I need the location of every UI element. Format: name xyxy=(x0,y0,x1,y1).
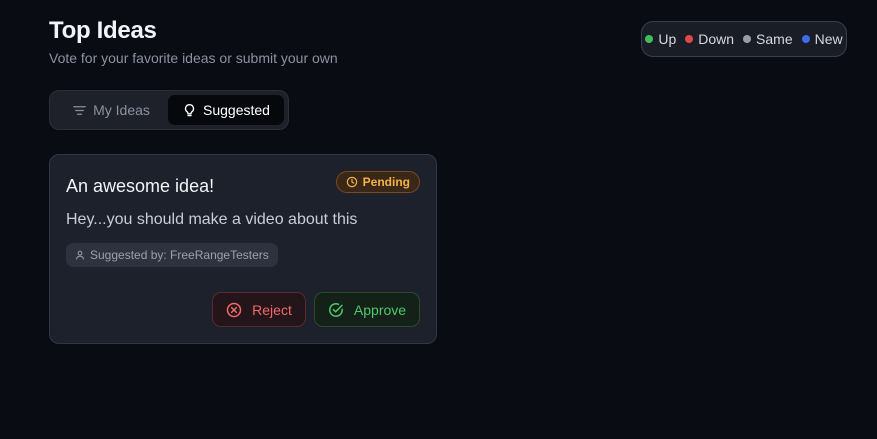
approve-label: Approve xyxy=(353,301,407,318)
clock-icon xyxy=(346,176,358,188)
page: Top Ideas Vote for your favorite ideas o… xyxy=(0,0,877,439)
legend-label: New xyxy=(814,31,843,47)
trend-legend: Up Down Same New xyxy=(641,21,847,57)
legend-item-down: Down xyxy=(685,31,734,47)
legend-item-new: New xyxy=(801,31,843,47)
legend-item-up: Up xyxy=(645,31,676,47)
tab-my-ideas[interactable]: My Ideas xyxy=(54,95,168,125)
check-circle-icon xyxy=(328,302,344,318)
idea-card: An awesome idea! Pending Hey...you shoul… xyxy=(49,154,437,344)
legend-label: Up xyxy=(658,31,677,47)
legend-item-same: Same xyxy=(743,31,793,47)
status-label: Pending xyxy=(362,175,410,189)
status-badge: Pending xyxy=(335,171,420,193)
approve-button[interactable]: Approve xyxy=(314,292,420,327)
reject-label: Reject xyxy=(252,301,292,318)
page-subtitle: Vote for your favorite ideas or submit y… xyxy=(49,50,338,66)
idea-tabs: My Ideas Suggested xyxy=(49,90,289,130)
reject-button[interactable]: Reject xyxy=(212,292,306,327)
legend-label: Same xyxy=(756,31,793,47)
filter-icon xyxy=(72,103,87,118)
page-header: Top Ideas Vote for your favorite ideas o… xyxy=(49,17,338,67)
suggested-by-tag: Suggested by: FreeRangeTesters xyxy=(66,243,278,267)
x-circle-icon xyxy=(226,302,242,318)
tab-suggested[interactable]: Suggested xyxy=(168,95,284,125)
lightbulb-icon xyxy=(182,103,197,118)
up-dot-icon xyxy=(645,35,654,43)
idea-description: Hey...you should make a video about this xyxy=(66,211,358,228)
user-icon xyxy=(75,250,85,260)
same-dot-icon xyxy=(743,35,752,43)
tab-label: My Ideas xyxy=(93,102,150,118)
tab-label: Suggested xyxy=(203,102,270,118)
legend-label: Down xyxy=(698,31,735,47)
idea-title: An awesome idea! xyxy=(66,176,215,196)
suggested-by-label: Suggested by: FreeRangeTesters xyxy=(90,248,269,262)
new-dot-icon xyxy=(801,35,810,43)
down-dot-icon xyxy=(685,35,694,43)
page-title: Top Ideas xyxy=(49,17,157,44)
